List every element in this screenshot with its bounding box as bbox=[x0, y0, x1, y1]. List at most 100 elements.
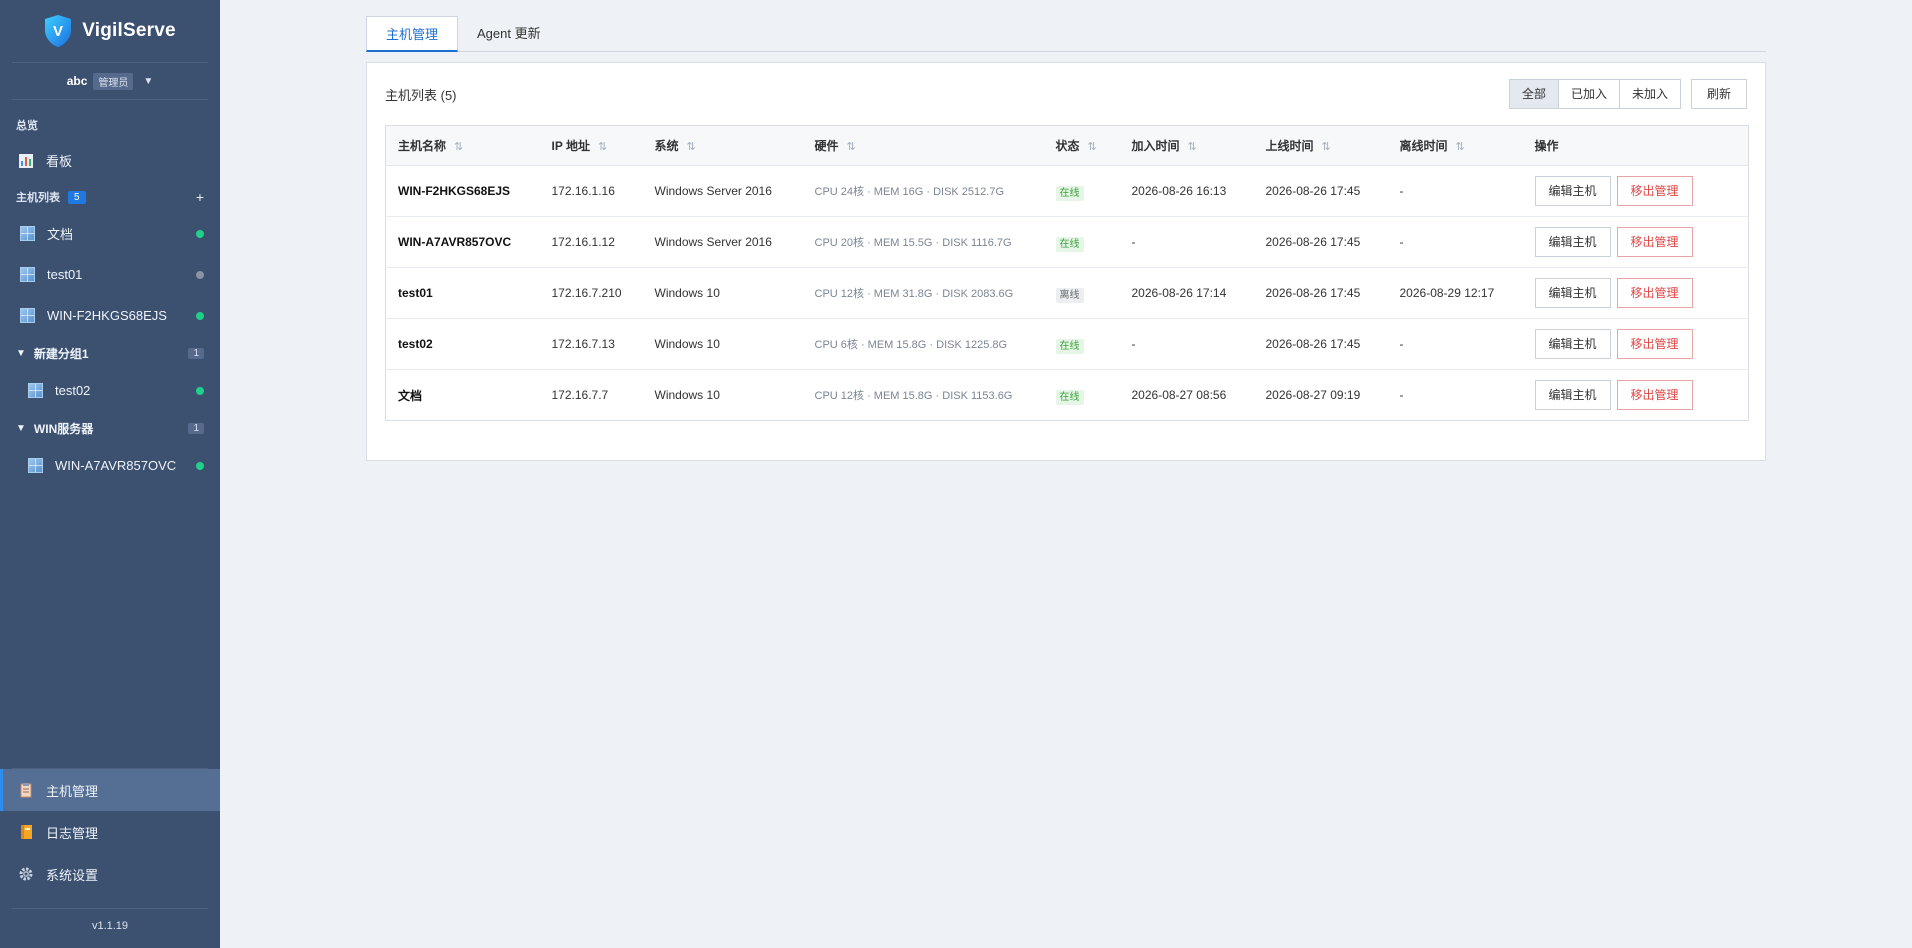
edit-host-button[interactable]: 编辑主机 bbox=[1534, 329, 1611, 359]
filter-not-joined-button[interactable]: 未加入 bbox=[1618, 80, 1680, 108]
cell-host-name: 文档 bbox=[398, 388, 423, 403]
windows-icon bbox=[20, 308, 35, 323]
column-header-label: 加入时间 bbox=[1131, 139, 1180, 153]
remove-management-button[interactable]: 移出管理 bbox=[1616, 329, 1693, 359]
column-header[interactable]: 加入时间 ⇅ bbox=[1119, 125, 1254, 166]
sort-icon[interactable]: ⇅ bbox=[1322, 141, 1331, 153]
column-header-label: 上线时间 bbox=[1265, 139, 1314, 153]
tab-bar: 主机管理 Agent 更新 bbox=[366, 16, 1766, 52]
sort-icon[interactable]: ⇅ bbox=[847, 141, 856, 153]
cell-ip: 172.16.1.12 bbox=[539, 216, 643, 268]
hostlist-header: 主机列表 5 + bbox=[0, 181, 220, 213]
remove-management-button[interactable]: 移出管理 bbox=[1616, 176, 1693, 206]
notebook-icon bbox=[21, 825, 32, 839]
tab-agent-update[interactable]: Agent 更新 bbox=[458, 16, 560, 52]
sidebar-host-item[interactable]: WIN-A7AVR857OVC bbox=[0, 445, 220, 486]
cell-host-name: test01 bbox=[385, 267, 540, 319]
hostlist-label: 主机列表 bbox=[16, 192, 60, 204]
group-count-badge: 1 bbox=[188, 422, 204, 434]
add-host-icon[interactable]: + bbox=[196, 189, 204, 205]
column-header[interactable]: 主机名称 ⇅ bbox=[385, 125, 540, 166]
cell-hardware: CPU 6核 · MEM 15.8G · DISK 1225.8G bbox=[802, 318, 1044, 370]
sort-icon[interactable]: ⇅ bbox=[687, 141, 696, 153]
sidebar-item-label: 主机管理 bbox=[46, 783, 99, 799]
sidebar-host-item[interactable]: test02 bbox=[0, 370, 220, 411]
column-header[interactable]: 系统 ⇅ bbox=[642, 125, 803, 166]
edit-host-button[interactable]: 编辑主机 bbox=[1534, 380, 1611, 410]
sort-icon[interactable]: ⇅ bbox=[1188, 141, 1197, 153]
user-menu[interactable]: abc 管理员 ▼ bbox=[0, 63, 220, 99]
column-header[interactable]: IP 地址 ⇅ bbox=[539, 125, 643, 166]
cell-hardware: CPU 20核 · MEM 15.5G · DISK 1116.7G bbox=[802, 216, 1044, 268]
filter-joined-button[interactable]: 已加入 bbox=[1557, 80, 1619, 108]
group-header[interactable]: ▼ 新建分组1 1 bbox=[0, 336, 220, 370]
windows-icon bbox=[28, 458, 43, 473]
sidebar-host-item[interactable]: 文档 bbox=[0, 213, 220, 254]
sort-icon[interactable]: ⇅ bbox=[454, 141, 463, 153]
cell-os: Windows 10 bbox=[654, 388, 720, 402]
column-header[interactable]: 离线时间 ⇅ bbox=[1387, 125, 1523, 166]
cell-actions: 编辑主机 移出管理 bbox=[1522, 318, 1749, 370]
hostlist-count-badge: 5 bbox=[68, 190, 86, 204]
cell-actions: 编辑主机 移出管理 bbox=[1522, 267, 1749, 319]
cell-os: Windows Server 2016 bbox=[642, 216, 803, 268]
sidebar-item-dashboard[interactable]: 看板 bbox=[0, 140, 220, 181]
remove-management-button[interactable]: 移出管理 bbox=[1616, 380, 1693, 410]
group-header[interactable]: ▼ WIN服务器 1 bbox=[0, 411, 220, 445]
cell-joined-time: - bbox=[1119, 216, 1254, 268]
brand-name: VigilServe bbox=[82, 20, 176, 41]
refresh-button[interactable]: 刷新 bbox=[1690, 79, 1747, 109]
cell-hardware: CPU 12核 · MEM 31.8G · DISK 2083.6G bbox=[802, 267, 1044, 319]
status-badge: 在线 bbox=[1055, 236, 1084, 252]
remove-management-button[interactable]: 移出管理 bbox=[1616, 227, 1693, 257]
brand[interactable]: V VigilServe bbox=[0, 0, 220, 62]
host-name: test02 bbox=[55, 383, 91, 398]
status-dot-online bbox=[196, 229, 204, 238]
sort-icon[interactable]: ⇅ bbox=[1456, 141, 1465, 153]
status-dot-offline bbox=[196, 270, 204, 279]
divider bbox=[12, 99, 208, 100]
column-header-label: 硬件 bbox=[814, 139, 839, 153]
table-header-row: 主机名称 ⇅ IP 地址 ⇅ 系统 ⇅ 硬件 ⇅ 状态 ⇅ 加入时间 ⇅ 上线时间 ⇅ 离线时… bbox=[385, 125, 1749, 166]
status-dot-online bbox=[196, 386, 204, 395]
cell-offline-time: - bbox=[1387, 165, 1523, 217]
cell-online-time: 2026-08-27 09:19 bbox=[1265, 388, 1361, 402]
bottom-nav: 主机管理 日志管理 系统设置 bbox=[0, 768, 220, 895]
triangle-down-icon: ▼ bbox=[16, 422, 26, 434]
cell-status: 在线 bbox=[1043, 165, 1120, 217]
edit-host-button[interactable]: 编辑主机 bbox=[1534, 278, 1611, 308]
cell-offline-time: - bbox=[1399, 388, 1404, 402]
version-label: v1.1.19 bbox=[0, 908, 220, 932]
cell-actions: 编辑主机 移出管理 bbox=[1523, 370, 1749, 421]
status-badge: 离线 bbox=[1055, 287, 1084, 303]
sidebar-item-label: 日志管理 bbox=[46, 825, 99, 841]
sidebar: V VigilServe abc 管理员 ▼ 总览 看板 主机列表 5 + 文档… bbox=[0, 0, 220, 948]
host-name: WIN-F2HKGS68EJS bbox=[47, 308, 167, 323]
sort-icon[interactable]: ⇅ bbox=[598, 141, 607, 153]
sidebar-item-log-management[interactable]: 日志管理 bbox=[0, 811, 220, 853]
sort-icon[interactable]: ⇅ bbox=[1088, 141, 1097, 153]
edit-host-button[interactable]: 编辑主机 bbox=[1534, 227, 1611, 257]
edit-host-button[interactable]: 编辑主机 bbox=[1534, 176, 1611, 206]
filter-all-button[interactable]: 全部 bbox=[1509, 80, 1558, 108]
column-header[interactable]: 硬件 ⇅ bbox=[802, 125, 1044, 166]
sidebar-host-item[interactable]: WIN-F2HKGS68EJS bbox=[0, 295, 220, 336]
remove-management-button[interactable]: 移出管理 bbox=[1616, 278, 1693, 308]
cell-status: 在线 bbox=[1043, 318, 1120, 370]
cell-actions: 编辑主机 移出管理 bbox=[1522, 165, 1749, 217]
sidebar-item-host-management[interactable]: 主机管理 bbox=[0, 769, 220, 811]
column-header[interactable]: 上线时间 ⇅ bbox=[1253, 125, 1388, 166]
cell-host-name: WIN-F2HKGS68EJS bbox=[385, 165, 540, 217]
column-header[interactable]: 状态 ⇅ bbox=[1043, 125, 1120, 166]
version-text: v1.1.19 bbox=[91, 920, 129, 932]
sidebar-host-item[interactable]: test01 bbox=[0, 254, 220, 295]
sidebar-item-label: 看板 bbox=[46, 154, 73, 169]
card-title: 主机列表 (5) bbox=[385, 87, 457, 103]
cell-hardware: CPU 12核 · MEM 15.8G · DISK 1153.6G bbox=[814, 390, 1013, 402]
cell-host-name: test02 bbox=[385, 318, 540, 370]
cell-joined-time: 2026-08-26 17:14 bbox=[1119, 267, 1254, 319]
main-content: 主机管理 Agent 更新 主机列表 (5) 全部 已加入 未加入 刷新 主机名… bbox=[366, 16, 1766, 461]
status-badge: 在线 bbox=[1055, 338, 1084, 354]
sidebar-item-system-settings[interactable]: 系统设置 bbox=[0, 853, 220, 895]
tab-host-management[interactable]: 主机管理 bbox=[366, 16, 459, 52]
